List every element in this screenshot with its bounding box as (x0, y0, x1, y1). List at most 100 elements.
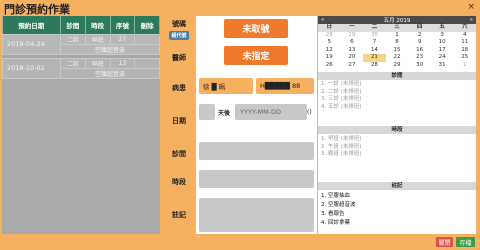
row-service: 空腹超音波 (60, 43, 160, 55)
calendar-day[interactable]: 1 (453, 62, 476, 70)
patient-label: 病患 (162, 74, 196, 102)
calendar-day[interactable]: 26 (318, 62, 341, 70)
calendar-day[interactable]: 30 (408, 62, 431, 70)
calendar-day[interactable]: 2 (408, 32, 431, 40)
calendar-day[interactable]: 4 (453, 32, 476, 40)
table-row[interactable]: 2019-04-24 二診 早班 27 (2, 33, 160, 55)
calendar-day[interactable]: 16 (408, 47, 431, 55)
clinic-option[interactable]: 3. 三診 (未排班) (321, 96, 362, 104)
slot-field[interactable] (199, 170, 314, 188)
calendar-day[interactable]: 11 (453, 39, 476, 47)
days-input[interactable] (199, 104, 215, 120)
clinic-option[interactable]: 1. 一診 (未排班) (321, 81, 362, 89)
clinic-option[interactable]: 2. 二診 (未排班) (321, 89, 362, 97)
calendar-day[interactable]: 21 (363, 54, 386, 62)
calendar-day[interactable]: 1 (386, 32, 409, 40)
calendar-day[interactable]: 28 (363, 62, 386, 70)
note-option[interactable]: 2. 空腹超音波 (321, 201, 356, 210)
calendar-day[interactable]: 29 (341, 32, 364, 40)
calendar-header: « 五月 2019 » (318, 16, 476, 24)
note-option[interactable]: 3. 看報告 (321, 210, 356, 219)
calendar-weekday: 一 (340, 24, 364, 32)
close-icon[interactable]: × (467, 2, 475, 12)
calendar-weekday: 五 (430, 24, 454, 32)
date-weekday: () (307, 108, 312, 116)
note-option[interactable]: 4. 回診拿藥 (321, 219, 356, 228)
next-month-icon[interactable]: » (470, 17, 473, 23)
delete-cell[interactable] (134, 57, 160, 69)
calendar-day[interactable]: 28 (318, 32, 341, 40)
calendar-day[interactable]: 7 (363, 39, 386, 47)
calendar-day[interactable]: 25 (453, 54, 476, 62)
calendar-weekday-row: 日一二三四五六 (318, 24, 477, 32)
clinic-section-title: 診間 (318, 72, 476, 80)
list-header-row: 預約日期 診間 時段 序號 刪除 (2, 16, 160, 34)
prev-month-icon[interactable]: « (321, 17, 324, 23)
row-clinic: 二診 (60, 33, 86, 45)
calendar-day[interactable]: 6 (341, 39, 364, 47)
row-service: 空腹超音波 (60, 67, 160, 79)
calendar-day[interactable]: 9 (408, 39, 431, 47)
doctor-select-button[interactable]: 未指定 (224, 46, 288, 65)
clinic-label: 診間 (162, 140, 196, 168)
calendar-week-row: 28 29 30 1 2 3 4 (318, 32, 476, 40)
calendar-weekday: 三 (385, 24, 409, 32)
calendar-weekday: 六 (453, 24, 477, 32)
calendar-day[interactable]: 31 (431, 62, 454, 70)
calendar-day[interactable]: 5 (318, 39, 341, 47)
doctor-label: 醫師 (162, 42, 196, 74)
calendar-day[interactable]: 19 (318, 54, 341, 62)
save-button[interactable]: 存檔 (456, 237, 475, 247)
calendar-week-row: 26 27 28 29 30 31 1 (318, 62, 476, 70)
calendar-week-row: 19 20 21 22 23 24 25 (318, 54, 476, 62)
calendar-title: 五月 2019 (383, 18, 411, 24)
note-field[interactable] (199, 198, 314, 232)
note-section-title: 註記 (318, 182, 476, 190)
calendar-day[interactable]: 3 (431, 32, 454, 40)
calendar-day[interactable]: 24 (431, 54, 454, 62)
appointment-window: 門診預約作業 × 預約日期 診間 時段 序號 刪除 2019-04-24 二診 … (0, 0, 480, 250)
calendar-day[interactable]: 10 (431, 39, 454, 47)
delete-cell[interactable] (134, 33, 160, 45)
slot-option[interactable]: 1. 早班 (未排班) (321, 136, 362, 144)
calendar-day[interactable]: 27 (341, 62, 364, 70)
appointment-list: 預約日期 診間 時段 序號 刪除 2019-04-24 二診 早班 27 空腹超… (2, 16, 160, 234)
slot-option[interactable]: 2. 午班 (未排班) (321, 144, 362, 152)
row-seq: 27 (109, 33, 136, 45)
calendar-day[interactable]: 22 (386, 54, 409, 62)
table-row[interactable]: 2018-10-02 二診 早班 13 (2, 57, 160, 79)
header-clinic: 診間 (60, 16, 86, 34)
options-panel: « 五月 2019 » 日一二三四五六 28 29 30 1 2 3 4 5 6 7 8 9 10 11 12… (318, 16, 477, 234)
days-label: 天後 (218, 109, 231, 117)
group-code-button[interactable]: 組代號 (169, 30, 189, 40)
note-options: 1. 空腹抽血 2. 空腹超音波 3. 看報告 4. 回診拿藥 (321, 192, 356, 228)
date-label: 日期 (162, 102, 196, 140)
calendar-day[interactable]: 23 (408, 54, 431, 62)
window-title: 門診預約作業 (4, 3, 70, 16)
number-label-text: 號碼 (172, 19, 186, 28)
calendar-day[interactable]: 18 (453, 47, 476, 55)
note-option[interactable]: 1. 空腹抽血 (321, 192, 356, 201)
calendar-day[interactable]: 14 (363, 47, 386, 55)
close-button[interactable]: 關閉 (436, 237, 453, 247)
slot-option[interactable]: 3. 晚班 (未排班) (321, 151, 362, 159)
patient-name: 徐 █ 珮 (203, 83, 226, 91)
take-number-button[interactable]: 未取號 (224, 19, 288, 38)
calendar-day[interactable]: 8 (386, 39, 409, 47)
calendar-day[interactable]: 15 (386, 47, 409, 55)
note-label: 註記 (162, 196, 196, 234)
appointment-form: 號碼 組代號 未取號 醫師 未指定 病患 徐 █ 珮 H█████ 88 日期 … (162, 16, 317, 234)
calendar-day[interactable]: 30 (363, 32, 386, 40)
calendar-day[interactable]: 20 (341, 54, 364, 62)
clinic-field[interactable] (199, 142, 314, 160)
calendar-grid: 日一二三四五六 28 29 30 1 2 3 4 5 6 7 8 9 10 11 12 13 14 15 16 17 18… (318, 24, 477, 70)
calendar-day[interactable]: 29 (386, 62, 409, 70)
calendar-day[interactable]: 12 (318, 47, 341, 55)
calendar-week-row: 12 13 14 15 16 17 18 (318, 47, 476, 55)
calendar-day[interactable]: 17 (431, 47, 454, 55)
slot-label: 時段 (162, 168, 196, 196)
calendar-day[interactable]: 13 (341, 47, 364, 55)
clinic-option[interactable]: 4. 五診 (未排班) (321, 104, 362, 112)
calendar-weekday: 二 (363, 24, 386, 32)
row-date: 2019-04-24 (2, 33, 61, 55)
